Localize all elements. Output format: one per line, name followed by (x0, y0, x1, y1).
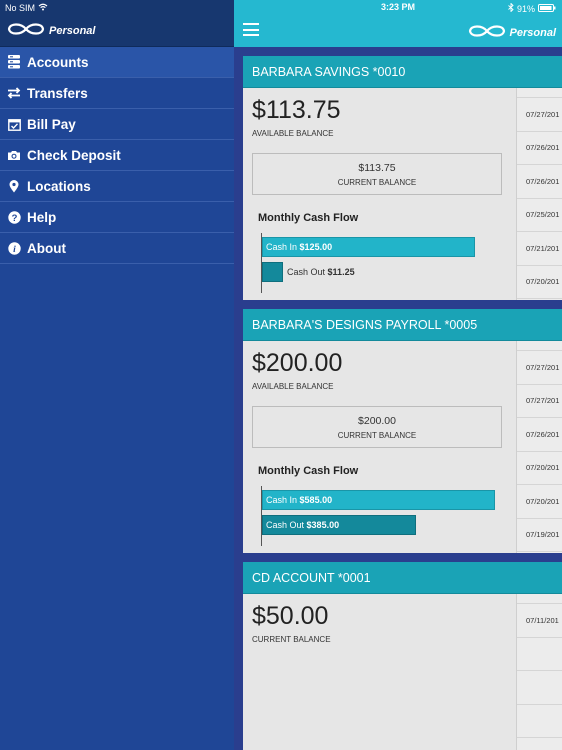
infinity-logo-icon (468, 24, 506, 42)
menu-label-transfers: Transfers (27, 85, 88, 101)
menu-label-accounts: Accounts (27, 54, 89, 70)
available-balance: $50.00 (252, 602, 329, 630)
cash-out-label: Cash Out (287, 267, 326, 277)
transaction-list[interactable]: 07/11/201 (516, 594, 562, 750)
transaction-date[interactable]: 07/20/201 (517, 452, 562, 485)
current-balance-box: $113.75 CURRENT BALANCE (252, 153, 502, 195)
transaction-date[interactable]: 07/27/201 (517, 351, 562, 385)
hamburger-menu-button[interactable] (243, 23, 259, 36)
top-bar: 3:23 PM 91% Personal (234, 0, 562, 47)
menu-item-check-deposit[interactable]: Check Deposit (0, 140, 234, 171)
transaction-list[interactable]: 07/27/201 07/26/201 07/26/201 07/25/201 … (516, 88, 562, 300)
svg-text:?: ? (11, 213, 17, 224)
svg-text:i: i (13, 245, 16, 255)
current-balance: $113.75 (358, 162, 396, 174)
transaction-date[interactable]: 07/25/201 (517, 199, 562, 232)
transaction-date[interactable]: 07/19/201 (517, 519, 562, 552)
cash-flow-title: Monthly Cash Flow (258, 465, 359, 477)
account-name: BARBARA SAVINGS *0010 (243, 56, 562, 88)
transfers-icon (7, 86, 21, 100)
transaction-date[interactable]: 07/20/201 (517, 485, 562, 519)
accounts-screen: 3:23 PM 91% Personal BARBARA SAVINGS *00… (234, 0, 562, 750)
menu-label-bill-pay: Bill Pay (27, 116, 76, 132)
cash-in-bar: Cash In $585.00 (262, 490, 495, 510)
transaction-date[interactable] (517, 671, 562, 705)
current-balance-label: CURRENT BALANCE (337, 178, 417, 187)
menu-item-about[interactable]: i About (0, 233, 234, 264)
battery-percent: 91% (516, 3, 535, 14)
transaction-list[interactable]: 07/27/201 07/27/201 07/26/201 07/20/201 … (516, 341, 562, 553)
current-balance-box: $200.00 CURRENT BALANCE (252, 406, 502, 448)
cash-out-bar: Cash Out $385.00 (262, 515, 416, 535)
transaction-date[interactable]: 07/11/201 (517, 604, 562, 638)
battery-status: 91% (508, 2, 556, 14)
menu-item-help[interactable]: ? Help (0, 202, 234, 233)
account-summary: $50.00 CURRENT BALANCE (243, 594, 516, 750)
transaction-date[interactable]: 07/26/201 (517, 132, 562, 165)
cash-out-label: Cash Out (266, 520, 305, 530)
transaction-date[interactable]: 07/27/201 (517, 98, 562, 132)
cash-in-label: Cash In (266, 242, 298, 252)
carrier-label: No SIM (5, 3, 36, 13)
battery-icon (538, 3, 556, 14)
menu-item-transfers[interactable]: Transfers (0, 78, 234, 109)
cash-out-bar (262, 262, 283, 282)
transaction-date[interactable]: 07/26/201 (517, 165, 562, 199)
transaction-date[interactable]: 07/21/201 (517, 232, 562, 266)
available-balance: $113.75 (252, 96, 341, 124)
infinity-logo-icon (7, 22, 45, 40)
accounts-icon (7, 55, 21, 69)
sidebar-header: Personal (0, 16, 234, 47)
account-summary: $200.00 AVAILABLE BALANCE $200.00 CURREN… (243, 341, 516, 553)
location-pin-icon (7, 179, 21, 193)
brand-name: Personal (49, 25, 96, 37)
account-card[interactable]: BARBARA SAVINGS *0010 $113.75 AVAILABLE … (243, 56, 562, 300)
cash-out-amount: $385.00 (306, 520, 340, 530)
menu-item-bill-pay[interactable]: Bill Pay (0, 109, 234, 140)
transaction-date[interactable]: 07/26/201 (517, 418, 562, 452)
transaction-date[interactable]: 07/27/201 (517, 385, 562, 418)
transaction-date[interactable]: 07/20/201 (517, 266, 562, 299)
menu-item-locations[interactable]: Locations (0, 171, 234, 202)
menu-label-about: About (27, 240, 66, 256)
brand-logo: Personal (7, 22, 95, 40)
cash-in-amount: $585.00 (299, 495, 333, 505)
menu-label-check-deposit: Check Deposit (27, 147, 121, 163)
cash-out-amount: $11.25 (327, 267, 355, 277)
current-balance: $200.00 (358, 415, 396, 427)
available-balance-label: AVAILABLE BALANCE (252, 129, 334, 138)
available-balance: $200.00 (252, 349, 343, 377)
account-name: BARBARA'S DESIGNS PAYROLL *0005 (243, 309, 562, 341)
menu-label-locations: Locations (27, 178, 91, 194)
cash-flow-title: Monthly Cash Flow (258, 212, 359, 224)
available-balance-label: AVAILABLE BALANCE (252, 382, 334, 391)
wifi-icon (38, 3, 48, 13)
status-bar-left: No SIM (0, 0, 234, 16)
account-card[interactable]: CD ACCOUNT *0001 $50.00 CURRENT BALANCE … (243, 562, 562, 750)
cash-in-label: Cash In (266, 495, 298, 505)
help-icon: ? (7, 210, 21, 224)
transaction-date[interactable] (517, 705, 562, 738)
cash-out-text: Cash Out $11.25 (287, 267, 355, 277)
brand-name: Personal (509, 27, 556, 39)
brand-logo-header: Personal (468, 24, 556, 42)
menu-item-accounts[interactable]: Accounts (0, 47, 234, 78)
available-balance-label: CURRENT BALANCE (252, 635, 331, 644)
side-menu: No SIM Personal Accounts Transfers Bill … (0, 0, 234, 750)
calendar-check-icon (7, 117, 21, 131)
account-name: CD ACCOUNT *0001 (243, 562, 562, 594)
current-balance-label: CURRENT BALANCE (337, 431, 417, 440)
menu-label-help: Help (27, 209, 57, 225)
bluetooth-icon (508, 2, 514, 14)
account-card[interactable]: BARBARA'S DESIGNS PAYROLL *0005 $200.00 … (243, 309, 562, 553)
info-icon: i (7, 241, 21, 255)
cash-in-bar: Cash In $125.00 (262, 237, 475, 257)
cash-in-amount: $125.00 (299, 242, 333, 252)
camera-icon (7, 148, 21, 162)
account-summary: $113.75 AVAILABLE BALANCE $113.75 CURREN… (243, 88, 516, 300)
transaction-date[interactable] (517, 638, 562, 671)
